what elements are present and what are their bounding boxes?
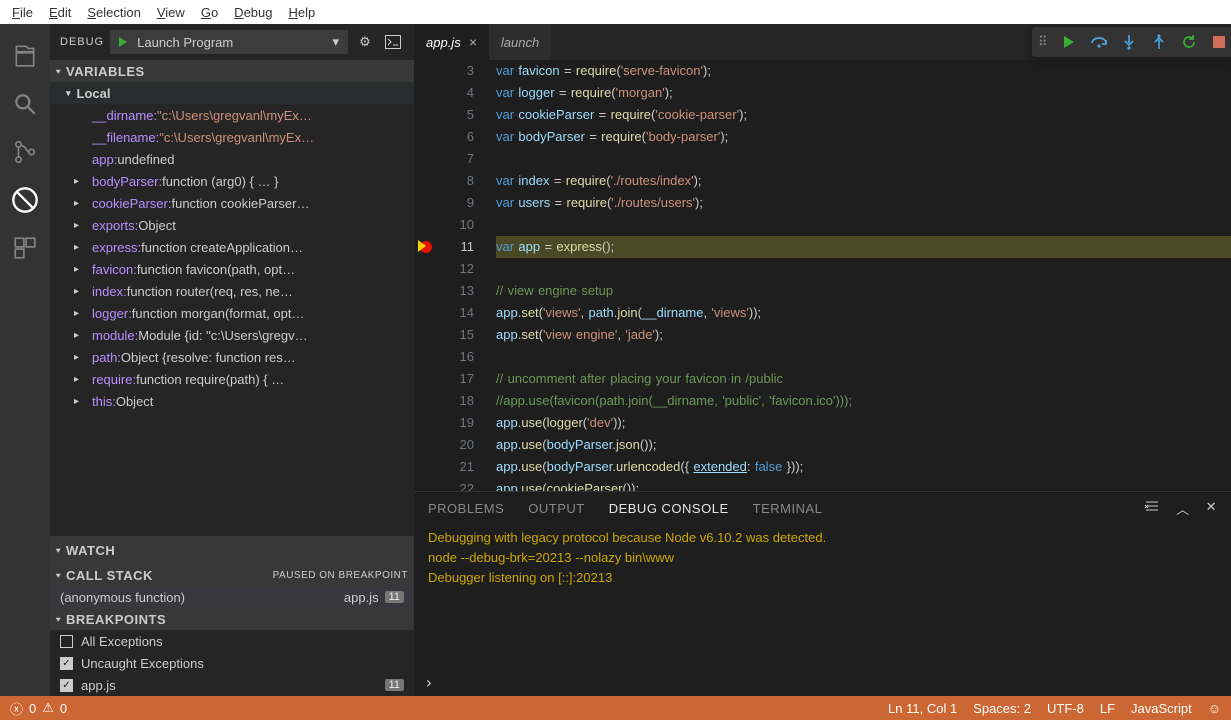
- errors-icon[interactable]: ⓧ: [10, 699, 23, 718]
- debug-console-output: Debugging with legacy protocol because N…: [414, 524, 1231, 668]
- step-into-button[interactable]: [1114, 27, 1144, 57]
- explorer-icon[interactable]: [1, 32, 49, 80]
- language-mode[interactable]: JavaScript: [1131, 701, 1192, 716]
- continue-button[interactable]: [1054, 27, 1084, 57]
- variable-row[interactable]: __dirname: "c:\Users\gregvanl\myEx…: [50, 104, 414, 126]
- variable-row[interactable]: app: undefined: [50, 148, 414, 170]
- warnings-icon[interactable]: ⚠: [42, 700, 54, 716]
- debug-sidebar: DEBUG Launch Program ▾ ⚙ ▾VARIABLES ▾Loc…: [50, 24, 414, 696]
- code-content[interactable]: var·favicon·=·require('serve-favicon');v…: [492, 60, 1231, 491]
- variable-row[interactable]: __filename: "c:\Users\gregvanl\myEx…: [50, 126, 414, 148]
- local-label: Local: [77, 86, 111, 101]
- bottom-panel: PROBLEMS OUTPUT DEBUG CONSOLE TERMINAL ︿…: [414, 491, 1231, 696]
- callstack-line: 11: [385, 591, 404, 603]
- callstack-file: app.js: [344, 590, 379, 605]
- tab-appjs[interactable]: app.js×: [414, 24, 489, 60]
- menu-debug[interactable]: Debug: [226, 2, 280, 23]
- menu-bar: File Edit Selection View Go Debug Help: [0, 0, 1231, 24]
- feedback-icon[interactable]: ☺: [1208, 701, 1221, 716]
- callstack-fn: (anonymous function): [60, 590, 185, 605]
- watch-label: WATCH: [66, 543, 115, 558]
- debug-console-icon[interactable]: [382, 31, 404, 53]
- debug-toolbar: ⠿: [1032, 27, 1231, 57]
- debug-console-input[interactable]: ›: [414, 668, 1231, 696]
- variable-row[interactable]: ▸exports: Object: [50, 214, 414, 236]
- console-line: node --debug-brk=20213 --nolazy bin\www: [428, 548, 1217, 568]
- variables-section-header[interactable]: ▾VARIABLES: [50, 60, 414, 82]
- restart-button[interactable]: [1174, 27, 1204, 57]
- watch-section-header[interactable]: ▾WATCH: [50, 536, 414, 564]
- menu-file[interactable]: File: [4, 2, 41, 23]
- variable-row[interactable]: ▸cookieParser: function cookieParser…: [50, 192, 414, 214]
- source-control-icon[interactable]: [1, 128, 49, 176]
- paused-label: PAUSED ON BREAKPOINT: [273, 570, 408, 581]
- callstack-frame[interactable]: (anonymous function) app.js 11: [50, 586, 414, 608]
- drag-handle-icon[interactable]: ⠿: [1032, 34, 1054, 50]
- variable-row[interactable]: ▸path: Object {resolve: function res…: [50, 346, 414, 368]
- launch-config-select[interactable]: Launch Program ▾: [110, 30, 348, 54]
- debug-icon[interactable]: [1, 176, 49, 224]
- launch-config-label: Launch Program: [137, 35, 233, 50]
- breakpoints-section-header[interactable]: ▾BREAKPOINTS: [50, 608, 414, 630]
- search-icon[interactable]: [1, 80, 49, 128]
- variables-list: __dirname: "c:\Users\gregvanl\myEx…__fil…: [50, 104, 414, 536]
- local-scope-header[interactable]: ▾Local: [50, 82, 414, 104]
- menu-go[interactable]: Go: [193, 2, 226, 23]
- tab-bar: app.js× launch ⠿ ···: [414, 24, 1231, 60]
- indentation[interactable]: Spaces: 2: [973, 701, 1031, 716]
- line-gutter: 345678910111213141516171819202122: [414, 60, 492, 491]
- breakpoint-uncaught-exceptions[interactable]: ✓Uncaught Exceptions: [50, 652, 414, 674]
- eol[interactable]: LF: [1100, 701, 1115, 716]
- panel-tab-output[interactable]: OUTPUT: [528, 501, 584, 516]
- menu-edit[interactable]: Edit: [41, 2, 79, 23]
- step-over-button[interactable]: [1084, 27, 1114, 57]
- activity-bar: [0, 24, 50, 696]
- variable-row[interactable]: ▸logger: function morgan(format, opt…: [50, 302, 414, 324]
- tab-launch[interactable]: launch: [489, 24, 551, 60]
- clear-console-icon[interactable]: [1144, 499, 1160, 518]
- callstack-label: CALL STACK: [66, 568, 153, 583]
- breakpoint-file[interactable]: ✓app.js11: [50, 674, 414, 696]
- checkbox-checked[interactable]: ✓: [60, 657, 73, 670]
- code-editor[interactable]: 345678910111213141516171819202122 var·fa…: [414, 60, 1231, 491]
- variable-row[interactable]: ▸require: function require(path) { …: [50, 368, 414, 390]
- menu-view[interactable]: View: [149, 2, 193, 23]
- variable-row[interactable]: ▸favicon: function favicon(path, opt…: [50, 258, 414, 280]
- stop-button[interactable]: [1204, 27, 1231, 57]
- menu-selection[interactable]: Selection: [79, 2, 148, 23]
- cursor-position[interactable]: Ln 11, Col 1: [888, 701, 957, 716]
- breakpoint-line: 11: [385, 679, 404, 691]
- menu-help[interactable]: Help: [280, 2, 323, 23]
- play-icon: [119, 37, 127, 47]
- variable-row[interactable]: ▸express: function createApplication…: [50, 236, 414, 258]
- error-count: 0: [29, 701, 36, 716]
- variable-row[interactable]: ▸module: Module {id: "c:\Users\gregv…: [50, 324, 414, 346]
- panel-tab-problems[interactable]: PROBLEMS: [428, 501, 504, 516]
- chevron-down-icon: ▾: [332, 34, 339, 50]
- breakpoints-label: BREAKPOINTS: [66, 612, 166, 627]
- step-out-button[interactable]: [1144, 27, 1174, 57]
- close-panel-icon[interactable]: ✕: [1206, 499, 1217, 518]
- callstack-section-header[interactable]: ▾CALL STACKPAUSED ON BREAKPOINT: [50, 564, 414, 586]
- editor-area: app.js× launch ⠿ ··· 3456789101112131415…: [414, 24, 1231, 696]
- gear-icon[interactable]: ⚙: [354, 31, 376, 53]
- collapse-panel-icon[interactable]: ︿: [1176, 499, 1190, 518]
- extensions-icon[interactable]: [1, 224, 49, 272]
- debug-title: DEBUG: [60, 36, 104, 48]
- variable-row[interactable]: ▸index: function router(req, res, ne…: [50, 280, 414, 302]
- console-line: Debugging with legacy protocol because N…: [428, 528, 1217, 548]
- panel-tab-terminal[interactable]: TERMINAL: [753, 501, 823, 516]
- encoding[interactable]: UTF-8: [1047, 701, 1084, 716]
- checkbox-checked[interactable]: ✓: [60, 679, 73, 692]
- variable-row[interactable]: ▸this: Object: [50, 390, 414, 412]
- warning-count: 0: [60, 701, 67, 716]
- status-bar: ⓧ 0 ⚠ 0 Ln 11, Col 1 Spaces: 2 UTF-8 LF Ja…: [0, 696, 1231, 720]
- close-icon[interactable]: ×: [469, 34, 477, 50]
- checkbox-unchecked[interactable]: [60, 635, 73, 648]
- console-line: Debugger listening on [::]:20213: [428, 568, 1217, 588]
- variable-row[interactable]: ▸bodyParser: function (arg0) { … }: [50, 170, 414, 192]
- breakpoint-all-exceptions[interactable]: All Exceptions: [50, 630, 414, 652]
- panel-tab-debug-console[interactable]: DEBUG CONSOLE: [609, 501, 729, 516]
- variables-label: VARIABLES: [66, 64, 145, 79]
